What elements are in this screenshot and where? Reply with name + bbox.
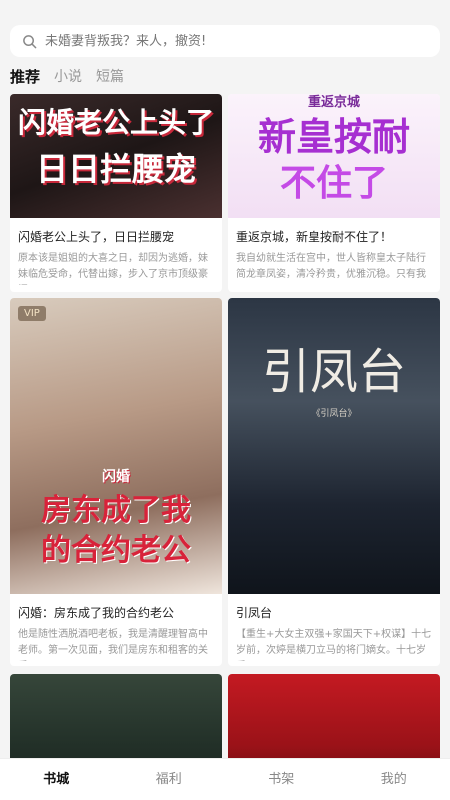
book-description: 他是随性洒脱酒吧老板，我是清醒理智高中老师。第一次见面，我们是房东和租客的关系 [18, 629, 208, 656]
book-card[interactable] [10, 674, 222, 758]
cover-title-line2: 不住了 [279, 162, 388, 204]
cover-title-line2: 的合约老公 [41, 533, 191, 568]
cover-tag: 重返京城 [307, 95, 360, 110]
book-title: 引凤台 [236, 606, 273, 620]
nav-benefits[interactable]: 福利 [113, 759, 226, 800]
tab-short[interactable]: 短篇 [96, 66, 124, 86]
search-icon [23, 34, 37, 48]
nav-bookstore[interactable]: 书城 [0, 759, 113, 800]
book-card[interactable] [228, 674, 440, 758]
book-cover: 引凤台 《引凤台》 [228, 298, 440, 594]
tab-recommend[interactable]: 推荐 [10, 66, 40, 87]
book-title: 重返京城，新皇按耐不住了！ [236, 230, 393, 244]
book-cover [228, 674, 440, 758]
nav-profile[interactable]: 我的 [338, 759, 450, 800]
cover-title-line1: 引凤台 [261, 344, 406, 400]
nav-bookshelf[interactable]: 书架 [225, 759, 338, 800]
search-bar[interactable] [10, 25, 440, 57]
book-cover: 重返京城 新皇按耐 不住了 [228, 94, 440, 218]
cover-title-line1: 闪婚老公上头了 [17, 106, 214, 139]
search-input[interactable] [45, 33, 415, 49]
book-card[interactable]: 引凤台 《引凤台》 引凤台 【重生+大女主双强+家国天下+权谋】十七岁前，次婷是… [228, 298, 440, 666]
book-feed[interactable]: 闪婚老公上头了 日日拦腰宠 闪婚老公上头了，日日拦腰宠 原本该是姐姐的大喜之日，… [0, 94, 450, 758]
book-title: 闪婚：房东成了我的合约老公 [18, 606, 175, 620]
cover-title-line2: 日日拦腰宠 [35, 150, 196, 188]
cover-title-line1: 房东成了我 [41, 493, 191, 528]
cover-title-line1: 新皇按耐 [257, 114, 410, 159]
bottom-nav: 书城 福利 书架 我的 [0, 758, 450, 800]
book-card[interactable]: VIP 闪婚 房东成了我 的合约老公 闪婚：房东成了我的合约老公 他是随性洒脱酒… [10, 298, 222, 666]
book-cover: 闪婚老公上头了 日日拦腰宠 [10, 94, 222, 218]
book-description: 我自幼就生活在宫中，世人皆称皇太子陆行简龙章凤姿，清冷矜贵，优雅沉稳。只有我 [236, 253, 426, 280]
category-tabs: 推荐 小说 短篇 [10, 66, 138, 86]
book-description: 【重生+大女主双强+家国天下+权谋】十七岁前，次婷是横刀立马的将门嫡女。十七岁后 [236, 629, 432, 656]
vip-badge: VIP [18, 306, 46, 321]
search-area [0, 0, 450, 62]
book-title: 闪婚老公上头了，日日拦腰宠 [18, 230, 175, 244]
book-description: 原本该是姐姐的大喜之日，却因为逃婚，妹妹临危受命，代替出嫁，步入了京市顶级豪门 [18, 253, 208, 280]
book-cover: VIP 闪婚 房东成了我 的合约老公 [10, 298, 222, 594]
tab-novel[interactable]: 小说 [54, 66, 82, 86]
cover-tag: 闪婚 [102, 469, 130, 485]
book-card[interactable]: 闪婚老公上头了 日日拦腰宠 闪婚老公上头了，日日拦腰宠 原本该是姐姐的大喜之日，… [10, 94, 222, 292]
cover-subtitle: 《引凤台》 [311, 409, 357, 419]
book-cover [10, 674, 222, 758]
book-card[interactable]: 重返京城 新皇按耐 不住了 重返京城，新皇按耐不住了！ 我自幼就生活在宫中，世人… [228, 94, 440, 292]
